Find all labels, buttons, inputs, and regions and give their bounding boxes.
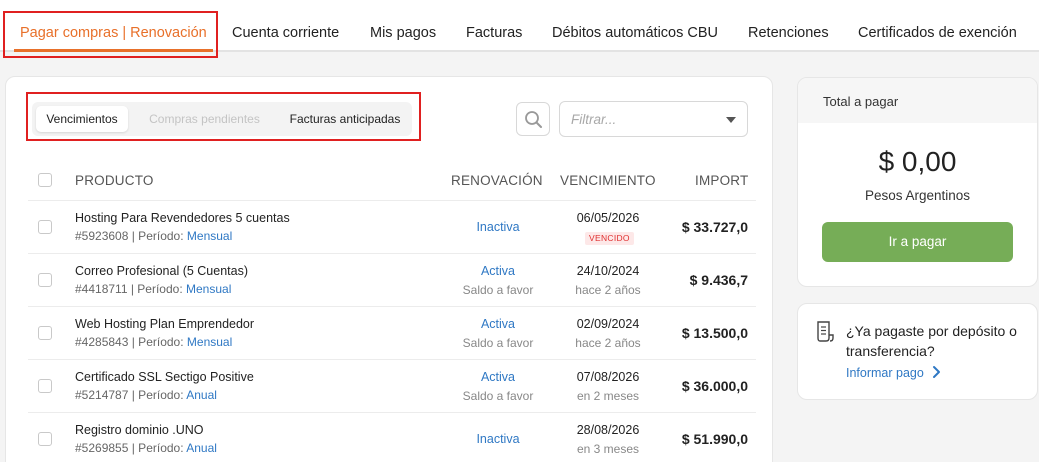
tab-label: Cuenta corriente (232, 25, 340, 41)
period-link[interactable]: Anual (186, 441, 217, 455)
pay-button[interactable]: Ir a pagar (822, 222, 1013, 262)
tab-mis-pagos[interactable]: Mis pagos (370, 0, 436, 52)
status-badge: VENCIDO (585, 232, 634, 245)
due-relative: hace 2 años (575, 283, 641, 297)
search-icon (525, 111, 542, 128)
tab-certificados[interactable]: Certificados de exención (858, 0, 1017, 52)
table-row[interactable]: Registro dominio .UNO #5269855 | Período… (28, 412, 756, 462)
report-payment-link[interactable]: Informar pago (846, 366, 924, 380)
row-checkbox[interactable] (38, 379, 52, 393)
table-row[interactable]: Correo Profesional (5 Cuentas) #4418711 … (28, 253, 756, 306)
renewal-status[interactable]: Activa (448, 317, 548, 331)
tab-retenciones[interactable]: Retenciones (748, 0, 829, 52)
product-meta: #4285843 | Período: Mensual (75, 335, 232, 349)
active-tab-indicator (14, 49, 213, 52)
renewal-status[interactable]: Inactiva (448, 432, 548, 446)
search-button[interactable] (516, 102, 550, 136)
row-checkbox[interactable] (38, 220, 52, 234)
header-due[interactable]: VENCIMIENTO (560, 173, 656, 188)
product-meta: #4418711 | Período: Mensual (75, 282, 231, 296)
period-label: | Período: (131, 441, 184, 455)
table-row[interactable]: Hosting Para Revendedores 5 cuentas #592… (28, 200, 756, 253)
renewal-status[interactable]: Activa (448, 370, 548, 384)
period-link[interactable]: Anual (186, 388, 217, 402)
receipt-icon (817, 321, 834, 342)
period-link[interactable]: Mensual (186, 282, 231, 296)
subtab-vencimientos[interactable]: Vencimientos (36, 106, 128, 132)
select-all-checkbox[interactable] (38, 173, 52, 187)
currency-label: Pesos Argentinos (864, 188, 971, 203)
table-row[interactable]: Web Hosting Plan Emprendedor #4285843 | … (28, 306, 756, 359)
renewal-sub: Saldo a favor (462, 336, 534, 350)
tab-label: Facturas (466, 25, 523, 41)
amount: $ 36.000,0 (681, 378, 748, 394)
period-link[interactable]: Mensual (187, 335, 232, 349)
product-id: #5923608 (75, 229, 129, 243)
tab-debitos-automaticos[interactable]: Débitos automáticos CBU (552, 0, 718, 52)
chevron-down-icon (726, 117, 736, 123)
total-header: Total a pagar (798, 78, 1037, 123)
chevron-right-icon[interactable] (931, 364, 943, 380)
subtab-facturas-anticipadas[interactable]: Facturas anticipadas (282, 106, 408, 132)
period-link[interactable]: Mensual (187, 229, 232, 243)
product-id: #4285843 (75, 335, 129, 349)
product-id: #5214787 (75, 388, 129, 402)
product-meta: #5214787 | Período: Anual (75, 388, 217, 402)
row-checkbox[interactable] (38, 273, 52, 287)
header-product[interactable]: PRODUCTO (75, 173, 154, 188)
amount: $ 9.436,7 (689, 272, 748, 288)
due-date: 07/08/2026 (576, 370, 640, 384)
header-amount[interactable]: IMPORT (695, 173, 748, 188)
product-id: #4418711 (75, 282, 128, 296)
tab-label: Retenciones (748, 25, 829, 41)
tab-label: Débitos automáticos CBU (552, 25, 719, 41)
amount: $ 51.990,0 (681, 431, 748, 447)
due-relative: en 2 meses (576, 389, 640, 403)
amount: $ 13.500,0 (681, 325, 748, 341)
header-renewal[interactable]: RENOVACIÓN (451, 173, 543, 188)
renewal-status[interactable]: Activa (448, 264, 548, 278)
due-date: 28/08/2026 (576, 423, 640, 437)
period-label: | Período: (131, 388, 184, 402)
deposit-question: ¿Ya pagaste por depósito o transferencia… (846, 323, 1017, 359)
top-nav: Pagar compras | Renovación Cuenta corrie… (0, 0, 1039, 52)
table-row[interactable]: Certificado SSL Sectigo Positive #521478… (28, 359, 756, 412)
tab-pagar-compras[interactable]: Pagar compras | Renovación (14, 0, 213, 52)
due-date: 06/05/2026 (576, 211, 640, 225)
filter-placeholder: Filtrar... (571, 112, 617, 127)
period-label: | Período: (130, 282, 183, 296)
due-relative: en 3 meses (576, 442, 640, 456)
renewal-status[interactable]: Inactiva (448, 220, 548, 234)
period-label: | Período: (131, 335, 184, 349)
due-date: 24/10/2024 (576, 264, 640, 278)
amount: $ 33.727,0 (681, 219, 748, 235)
row-checkbox[interactable] (38, 326, 52, 340)
due-relative: hace 2 años (575, 336, 641, 350)
product-id: #5269855 (75, 441, 129, 455)
row-checkbox[interactable] (38, 432, 52, 446)
tab-cuenta-corriente[interactable]: Cuenta corriente (232, 0, 339, 52)
tab-facturas[interactable]: Facturas (466, 0, 522, 52)
total-amount: $ 0,00 (878, 146, 957, 177)
product-name: Hosting Para Revendedores 5 cuentas (75, 211, 290, 225)
product-name: Registro dominio .UNO (75, 423, 204, 437)
tab-label: Pagar compras | Renovación (20, 25, 207, 41)
total-title: Total a pagar (823, 94, 899, 109)
total-card: Total a pagar $ 0,00 Pesos Argentinos Ir… (797, 77, 1038, 287)
product-name: Certificado SSL Sectigo Positive (75, 370, 254, 384)
renewal-sub: Saldo a favor (462, 283, 534, 297)
deposit-card: ¿Ya pagaste por depósito o transferencia… (797, 303, 1038, 400)
period-label: | Período: (131, 229, 184, 243)
product-meta: #5923608 | Período: Mensual (75, 229, 232, 243)
filter-select[interactable]: Filtrar... (559, 101, 748, 137)
renewal-sub: Saldo a favor (462, 389, 534, 403)
product-name: Correo Profesional (5 Cuentas) (75, 264, 248, 278)
due-date: 02/09/2024 (576, 317, 640, 331)
subtab-compras-pendientes: Compras pendientes (149, 112, 260, 126)
tab-label: Certificados de exención (858, 25, 1017, 41)
product-meta: #5269855 | Período: Anual (75, 441, 217, 455)
product-name: Web Hosting Plan Emprendedor (75, 317, 255, 331)
tab-label: Mis pagos (370, 25, 437, 41)
subtab-group: Vencimientos Compras pendientes Facturas… (32, 102, 412, 136)
